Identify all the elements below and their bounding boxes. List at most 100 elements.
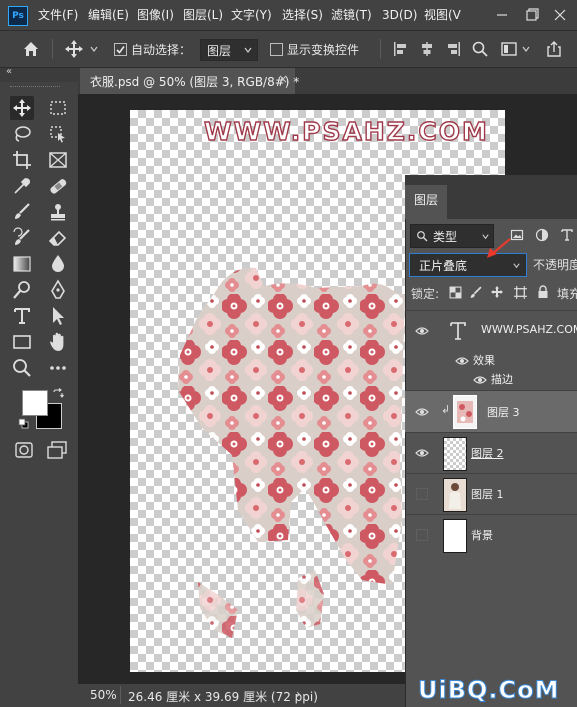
lasso-icon	[15, 126, 31, 142]
person-thumbnail-image	[449, 483, 461, 509]
zoom-tool[interactable]	[10, 356, 34, 380]
layer-row-text[interactable]: WWW.PSAHZ.COM 效果 描边	[405, 310, 577, 391]
swap-colors-icon[interactable]	[52, 388, 64, 400]
align-right-icon[interactable]	[444, 40, 462, 58]
collapse-toolbar-icon[interactable]: «	[6, 66, 22, 78]
move-tool[interactable]	[10, 96, 34, 120]
align-left-icon[interactable]	[392, 40, 410, 58]
stroke-effect-label: 描边	[491, 373, 513, 386]
layer-row[interactable]: 图层 2	[405, 432, 577, 473]
menu-edit[interactable]: 编辑(E)	[88, 0, 129, 30]
stamp-tool[interactable]	[46, 200, 70, 224]
menu-3d[interactable]: 3D(D)	[382, 0, 417, 30]
home-icon[interactable]	[22, 40, 40, 58]
healing-brush-tool[interactable]	[46, 174, 70, 198]
document-tab-title: 衣服.psd @ 50% (图层 3, RGB/8#) *	[90, 75, 300, 89]
auto-select-checkbox[interactable]	[114, 43, 127, 56]
chevron-down-icon[interactable]	[521, 44, 531, 54]
lock-artboard-icon[interactable]	[514, 286, 527, 299]
eraser-icon	[48, 230, 67, 246]
floral-thumbnail-image	[457, 401, 473, 423]
chevron-down-icon	[513, 263, 520, 269]
crop-icon	[13, 151, 31, 169]
visibility-eye-icon[interactable]	[415, 407, 429, 417]
move-tool-icon[interactable]	[64, 39, 84, 59]
dodge-tool[interactable]	[10, 278, 34, 302]
visibility-eye-icon[interactable]	[415, 448, 429, 458]
history-brush-icon	[13, 227, 30, 245]
menu-filter[interactable]: 滤镜(T)	[331, 0, 372, 30]
auto-select-dropdown[interactable]: 图层	[200, 39, 258, 61]
history-brush-tool[interactable]	[10, 226, 34, 250]
screen-mode-icon[interactable]	[46, 440, 68, 460]
workspace-icon[interactable]	[500, 40, 518, 58]
hand-tool[interactable]	[46, 330, 70, 354]
layer-row[interactable]: 背景	[405, 514, 577, 555]
show-transform-checkbox[interactable]	[270, 43, 283, 56]
crop-tool[interactable]	[10, 148, 34, 172]
layers-tab[interactable]: 图层	[405, 185, 447, 219]
menu-layer[interactable]: 图层(L)	[183, 0, 223, 30]
close-icon[interactable]	[550, 5, 570, 25]
visibility-eye-icon[interactable]	[415, 326, 429, 336]
menu-type[interactable]: 文字(Y)	[231, 0, 272, 30]
zoom-level[interactable]: 50%	[90, 688, 117, 702]
lock-pixels-brush-icon[interactable]	[469, 286, 482, 299]
hand-icon	[50, 332, 64, 351]
foreground-color-swatch[interactable]	[22, 390, 48, 416]
effects-label: 效果	[473, 354, 495, 367]
menu-image[interactable]: 图像(I)	[137, 0, 174, 30]
document-size: 26.46 厘米 x 39.69 厘米 (72 ppi)	[128, 690, 318, 704]
opacity-label: 不透明度	[533, 258, 577, 272]
default-colors-icon[interactable]	[18, 418, 30, 430]
lock-transparent-icon[interactable]	[449, 286, 462, 299]
layer-name[interactable]: 图层 3	[487, 404, 520, 420]
pen-tool[interactable]	[46, 278, 70, 302]
menu-view[interactable]: 视图(V	[424, 0, 461, 30]
frame-tool[interactable]	[46, 148, 70, 172]
layer-row-selected[interactable]: ↲ 图层 3	[405, 390, 577, 433]
minimize-icon[interactable]	[492, 5, 512, 25]
layer-name[interactable]: 背景	[471, 527, 493, 543]
blur-tool[interactable]	[46, 252, 70, 276]
adjustment-filter-icon[interactable]	[535, 228, 549, 242]
type-filter-icon[interactable]	[560, 228, 574, 242]
tab-close-icon[interactable]: ×	[278, 72, 288, 86]
search-icon[interactable]	[471, 40, 489, 58]
gradient-tool[interactable]	[10, 252, 34, 276]
share-icon[interactable]	[545, 40, 563, 58]
layer-name[interactable]: WWW.PSAHZ.COM	[481, 323, 577, 336]
lock-all-icon[interactable]	[537, 285, 549, 299]
rectangle-tool[interactable]	[10, 330, 34, 354]
visibility-off-box[interactable]	[416, 488, 428, 500]
marquee-tool[interactable]	[46, 96, 70, 120]
layer-name[interactable]: 图层 2	[471, 445, 504, 461]
chevron-right-icon[interactable]: ›	[296, 687, 301, 701]
rectangle-icon	[13, 335, 31, 349]
layer-name[interactable]: 图层 1	[471, 486, 504, 502]
brush-tool[interactable]	[10, 200, 34, 224]
path-select-tool[interactable]	[46, 304, 70, 328]
object-select-tool[interactable]	[46, 122, 70, 146]
eyedropper-tool[interactable]	[10, 174, 34, 198]
lock-position-icon[interactable]	[490, 285, 504, 299]
align-center-icon[interactable]	[418, 40, 436, 58]
type-tool[interactable]	[10, 304, 34, 328]
stroke-effect-eye-icon[interactable]	[473, 375, 487, 385]
object-select-icon	[50, 126, 65, 143]
layer-row[interactable]: 图层 1	[405, 473, 577, 514]
eraser-tool[interactable]	[46, 226, 70, 250]
visibility-off-box[interactable]	[416, 529, 428, 541]
layer-thumbnail	[443, 437, 467, 471]
more-tools[interactable]	[46, 356, 70, 380]
restore-icon[interactable]	[522, 5, 542, 25]
effects-eye-icon[interactable]	[455, 356, 469, 366]
lasso-tool[interactable]	[10, 122, 34, 146]
layer-filter-dropdown[interactable]: 类型	[410, 224, 494, 248]
chevron-down-icon[interactable]	[89, 44, 99, 54]
document-tab[interactable]: 衣服.psd @ 50% (图层 3, RGB/8#) * ×	[80, 68, 299, 94]
quick-mask-icon[interactable]	[14, 440, 34, 460]
menu-select[interactable]: 选择(S)	[282, 0, 323, 30]
more-icon	[50, 366, 66, 370]
menu-file[interactable]: 文件(F)	[38, 0, 78, 30]
